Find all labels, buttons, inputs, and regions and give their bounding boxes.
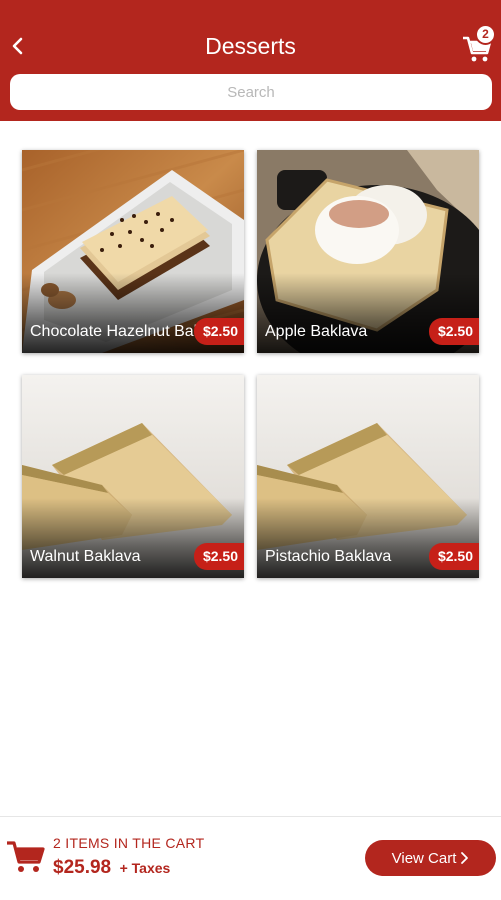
page-title: Desserts [205, 33, 296, 59]
product-name: Apple Baklava [265, 323, 368, 340]
app-header: Desserts 2 [0, 0, 501, 121]
product-card[interactable]: Walnut Baklava $2.50 [22, 375, 244, 578]
cart-count-badge: 2 [475, 24, 496, 45]
price-badge: $2.50 [428, 318, 479, 345]
product-card[interactable]: Apple Baklava $2.50 [257, 150, 479, 353]
product-name: Pistachio Baklava [265, 548, 392, 565]
cart-summary-bar: 2 ITEMS IN THE CART $25.98 + Taxes View … [0, 816, 501, 900]
product-card[interactable]: Pistachio Baklava $2.50 [257, 375, 479, 578]
price-badge: $2.50 [193, 318, 244, 345]
price-badge: $2.50 [193, 543, 244, 570]
cart-total: $25.98 [53, 857, 112, 878]
view-cart-button[interactable]: View Cart [365, 840, 496, 876]
cart-items-count: 2 ITEMS IN THE CART [53, 835, 205, 851]
view-cart-label: View Cart [391, 849, 457, 867]
price-badge: $2.50 [428, 543, 479, 570]
cart-total-line: $25.98 + Taxes [53, 857, 170, 879]
chevron-right-icon [461, 852, 469, 864]
product-name: Walnut Baklava [30, 548, 141, 565]
search-input[interactable] [10, 74, 492, 110]
product-card[interactable]: Chocolate Hazelnut Baklava $2.50 [22, 150, 244, 353]
shopping-cart-icon [7, 841, 45, 872]
taxes-label: + Taxes [119, 860, 171, 876]
product-name: Chocolate Hazelnut Baklava [30, 323, 210, 340]
product-grid: Chocolate Hazelnut Baklava $2.50 Apple B… [22, 150, 482, 578]
